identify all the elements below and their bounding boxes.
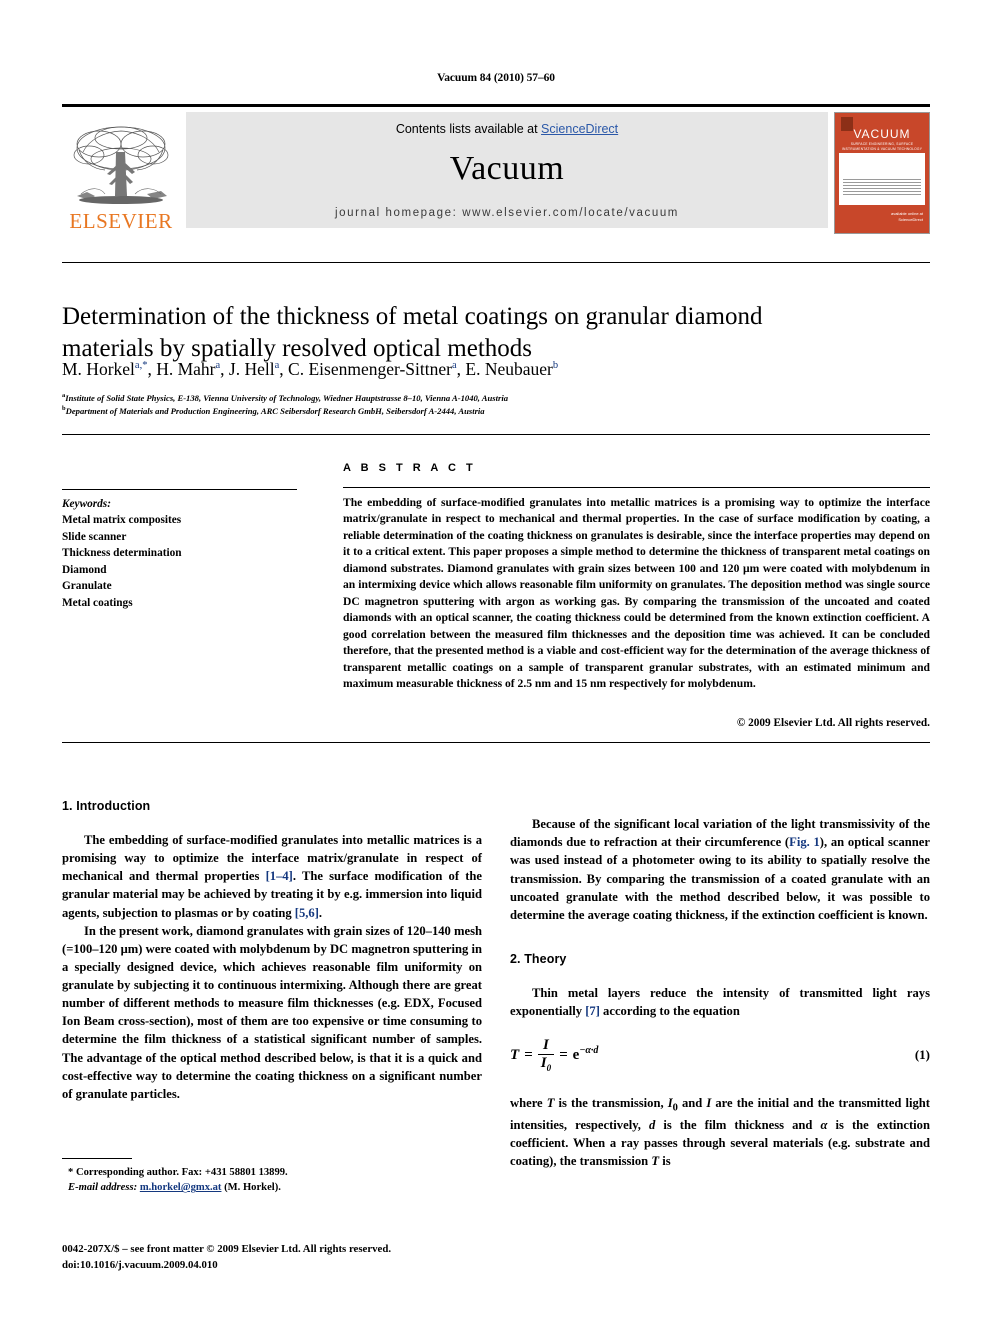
email-note: E-mail address: m.horkel@gmx.at (M. Hork… [62, 1180, 482, 1195]
footnote-divider [62, 1158, 132, 1159]
doi-line[interactable]: doi:10.1016/j.vacuum.2009.04.010 [62, 1258, 522, 1274]
equation-number: (1) [914, 1047, 930, 1063]
issn-line: 0042-207X/$ – see front matter © 2009 El… [62, 1243, 392, 1255]
citation-ref[interactable]: [7] [585, 1004, 600, 1018]
keywords-divider [62, 489, 297, 490]
elsevier-wordmark: ELSEVIER [69, 209, 173, 233]
keywords-block: Keywords: Metal matrix composites Slide … [62, 496, 302, 611]
elsevier-tree-icon [73, 126, 169, 204]
equation-equals-1: = [524, 1046, 533, 1063]
intro-paragraph-2-cont [510, 797, 930, 815]
intro-paragraph-3: Because of the significant local variati… [510, 815, 930, 924]
running-head: Vacuum 84 (2010) 57–60 [437, 72, 555, 84]
abstract-top-divider [62, 434, 930, 435]
affiliation-b: bDepartment of Materials and Production … [62, 404, 882, 417]
keyword-item: Granulate [62, 580, 112, 593]
equation-fraction: I I0 [537, 1037, 555, 1073]
cover-subtitle: SURFACE ENGINEERING, SURFACE INSTRUMENTA… [841, 142, 923, 151]
cover-editor-lines [843, 159, 921, 164]
footnote-block: * Corresponding author. Fax: +431 58801 … [62, 1165, 482, 1196]
equation-equals-2: = [559, 1046, 568, 1063]
equation-1: T = I I0 = e−α·d (1) [510, 1038, 930, 1078]
author-list: M. Horkela,*, H. Mahra, J. Hella, C. Eis… [62, 359, 559, 379]
cover-footer-strip [840, 226, 841, 230]
section-heading-introduction: 1. Introduction [62, 799, 151, 813]
journal-masthead: ELSEVIER Contents lists available at Sci… [62, 104, 930, 234]
contents-available-line: Contents lists available at ScienceDirec… [186, 112, 828, 136]
journal-homepage-line[interactable]: journal homepage: www.elsevier.com/locat… [186, 207, 828, 219]
cover-service-name: ScienceDirect [898, 217, 923, 222]
section-heading-theory: 2. Theory [510, 951, 567, 966]
affiliation-a-text: Institute of Solid State Physics, E-138,… [65, 392, 509, 403]
issn-block: 0042-207X/$ – see front matter © 2009 El… [62, 1242, 522, 1273]
equation-numerator: I [542, 1037, 549, 1054]
email-suffix: (M. Horkel). [221, 1182, 281, 1194]
elsevier-logo: ELSEVIER [62, 112, 180, 234]
body-column-left: 1. Introduction The embedding of surface… [62, 797, 482, 1103]
abstract-label: A B S T R A C T [343, 462, 477, 474]
journal-cover-thumbnail: VACUUM SURFACE ENGINEERING, SURFACE INST… [834, 112, 930, 234]
intro-p1-c: . [318, 905, 323, 920]
corresponding-author-note: * Corresponding author. Fax: +431 58801 … [68, 1167, 288, 1178]
keyword-item: Slide scanner [62, 530, 127, 543]
citation-ref[interactable]: [1–4] [266, 869, 293, 883]
keywords-heading: Keywords: [62, 498, 111, 510]
intro-paragraph-2: In the present work, diamond granulates … [62, 923, 482, 1101]
equation-1-expression: T = I I0 = e−α·d [510, 1038, 598, 1073]
abstract-divider [343, 487, 930, 488]
journal-band: Contents lists available at ScienceDirec… [186, 112, 828, 228]
sciencedirect-link[interactable]: ScienceDirect [541, 122, 618, 136]
keyword-item: Thickness determination [62, 547, 182, 560]
email-link[interactable]: m.horkel@gmx.at [140, 1182, 222, 1193]
theory-paragraph-1: Thin metal layers reduce the intensity o… [510, 984, 930, 1020]
journal-title: Vacuum [449, 150, 565, 187]
email-label: E-mail address: [68, 1182, 140, 1194]
keyword-item: Metal matrix composites [62, 514, 182, 527]
title-divider [62, 262, 930, 263]
page-title: Determination of the thickness of metal … [62, 302, 763, 362]
equation-denominator: I0 [537, 1054, 555, 1073]
affiliation-a: aInstitute of Solid State Physics, E-138… [62, 391, 882, 404]
equation-exponent: −α·d [579, 1045, 599, 1057]
figure-ref[interactable]: Fig. 1 [789, 835, 820, 849]
abstract-text: The embedding of surface-modified granul… [343, 496, 930, 690]
intro-paragraph-1: The embedding of surface-modified granul… [62, 831, 482, 922]
contents-prefix: Contents lists available at [395, 122, 542, 136]
equation-lhs: T [510, 1046, 520, 1063]
abstract-bottom-divider [62, 742, 930, 743]
affiliation-b-text: Department of Materials and Production E… [65, 405, 485, 416]
theory-paragraph-2: where T is the transmission, I0 and I ar… [510, 1096, 930, 1168]
citation-ref[interactable]: [5,6] [295, 906, 319, 920]
equation-rhs: e−α·d [573, 1044, 599, 1067]
cover-text-block [843, 179, 921, 197]
paper-page: Vacuum 84 (2010) 57–60 ELSEVIER Contents… [0, 0, 992, 1323]
theory-p1-b: according to the equation [599, 1004, 740, 1018]
keyword-item: Diamond [62, 563, 107, 576]
body-column-right: Because of the significant local variati… [510, 797, 930, 1170]
cover-title: VACUUM [853, 127, 911, 141]
keyword-item: Metal coatings [62, 596, 133, 609]
abstract-copyright: © 2009 Elsevier Ltd. All rights reserved… [736, 717, 930, 729]
cover-sciencedirect-mark: available online at ScienceDirect [891, 211, 923, 223]
